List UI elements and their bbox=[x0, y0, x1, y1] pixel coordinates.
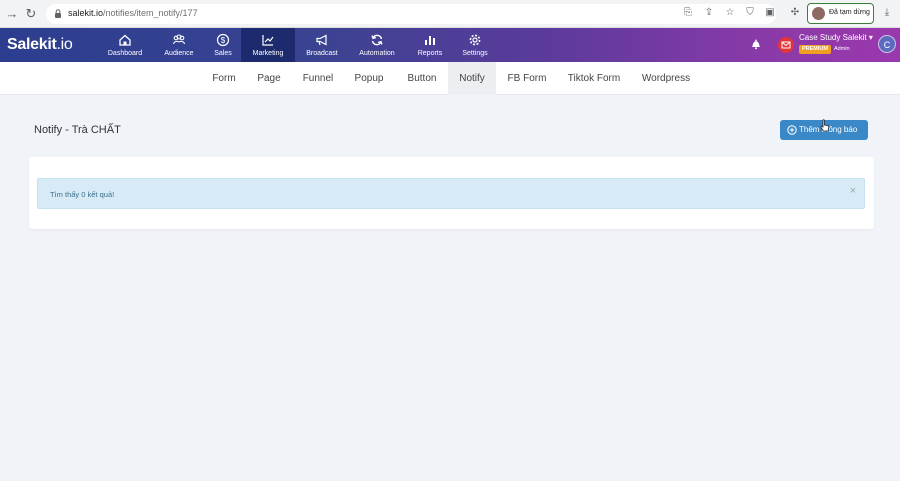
profile-paused-button[interactable]: Đã tạm dừng bbox=[807, 3, 874, 24]
download-ext-icon[interactable]: ▣ bbox=[764, 7, 776, 19]
tab-funnel[interactable]: Funnel bbox=[297, 62, 339, 95]
user-avatar[interactable]: C bbox=[878, 35, 896, 53]
tab-form[interactable]: Form bbox=[205, 62, 243, 95]
tab-tiktok-form[interactable]: Tiktok Form bbox=[563, 62, 625, 95]
alert-message: Tìm thấy 0 kết quả! bbox=[50, 190, 115, 199]
users-icon bbox=[172, 34, 186, 45]
profile-avatar bbox=[812, 7, 825, 20]
marketing-subnav: Form Page Funnel Popup Button Notify FB … bbox=[0, 62, 900, 95]
extensions-icon[interactable]: ✣ bbox=[789, 7, 801, 19]
address-bar[interactable]: salekit.io/notifies/item_notify/177 bbox=[46, 4, 776, 24]
paused-label: Đã tạm dừng bbox=[829, 9, 870, 16]
salekit-logo[interactable]: Salekit.io bbox=[7, 36, 73, 54]
user-role: Admin bbox=[834, 46, 850, 52]
megaphone-icon bbox=[316, 34, 327, 46]
home-icon bbox=[119, 34, 131, 46]
bell-icon[interactable] bbox=[750, 38, 762, 50]
refresh-icon bbox=[371, 34, 383, 46]
empty-results-alert: Tìm thấy 0 kết quả! × bbox=[37, 178, 865, 209]
menu-broadcast[interactable]: Broadcast bbox=[300, 28, 344, 62]
translate-icon[interactable]: ⎘ bbox=[682, 7, 694, 19]
close-icon[interactable]: × bbox=[850, 185, 856, 197]
tab-popup[interactable]: Popup bbox=[349, 62, 389, 95]
menu-settings[interactable]: Settings bbox=[457, 28, 493, 62]
chart-icon bbox=[262, 35, 274, 46]
user-name-dropdown[interactable]: Case Study Salekit ▾ bbox=[799, 33, 873, 42]
tab-notify[interactable]: Notify bbox=[448, 62, 496, 95]
svg-text:$: $ bbox=[221, 36, 226, 45]
tab-wordpress[interactable]: Wordpress bbox=[638, 62, 694, 95]
url-text: salekit.io/notifies/item_notify/177 bbox=[68, 8, 198, 18]
download-icon[interactable]: ⤓ bbox=[881, 7, 893, 19]
menu-sales[interactable]: $ Sales bbox=[207, 28, 239, 62]
menu-audience[interactable]: Audience bbox=[157, 28, 201, 62]
bar-chart-icon bbox=[425, 36, 435, 45]
share-icon[interactable]: ⇪ bbox=[703, 7, 715, 19]
lock-icon bbox=[55, 9, 61, 18]
hand-cursor-icon bbox=[820, 119, 830, 132]
reload-icon[interactable]: ↻ bbox=[22, 5, 40, 23]
mail-icon[interactable] bbox=[778, 37, 794, 53]
gear-icon bbox=[469, 34, 481, 46]
menu-dashboard[interactable]: Dashboard bbox=[101, 28, 149, 62]
menu-marketing[interactable]: Marketing bbox=[241, 28, 295, 62]
shield-icon[interactable]: ⛉ bbox=[744, 7, 756, 19]
page-title: Notify - Trà CHẤT bbox=[34, 124, 121, 136]
menu-automation[interactable]: Automation bbox=[353, 28, 401, 62]
tab-button[interactable]: Button bbox=[400, 62, 444, 95]
menu-reports[interactable]: Reports bbox=[411, 28, 449, 62]
plus-circle-icon bbox=[787, 125, 797, 135]
tab-page[interactable]: Page bbox=[252, 62, 286, 95]
tab-fb-form[interactable]: FB Form bbox=[503, 62, 551, 95]
star-icon[interactable]: ☆ bbox=[724, 7, 736, 19]
back-arrow-icon[interactable]: → bbox=[3, 5, 21, 23]
dollar-icon: $ bbox=[216, 33, 230, 47]
premium-badge: PREMIUM bbox=[799, 45, 831, 54]
app-header: Salekit.io Dashboard Audience $ Sales Ma… bbox=[0, 28, 900, 62]
results-card: Tìm thấy 0 kết quả! × bbox=[29, 157, 874, 229]
browser-toolbar: → ↻ salekit.io/notifies/item_notify/177 … bbox=[0, 0, 900, 28]
